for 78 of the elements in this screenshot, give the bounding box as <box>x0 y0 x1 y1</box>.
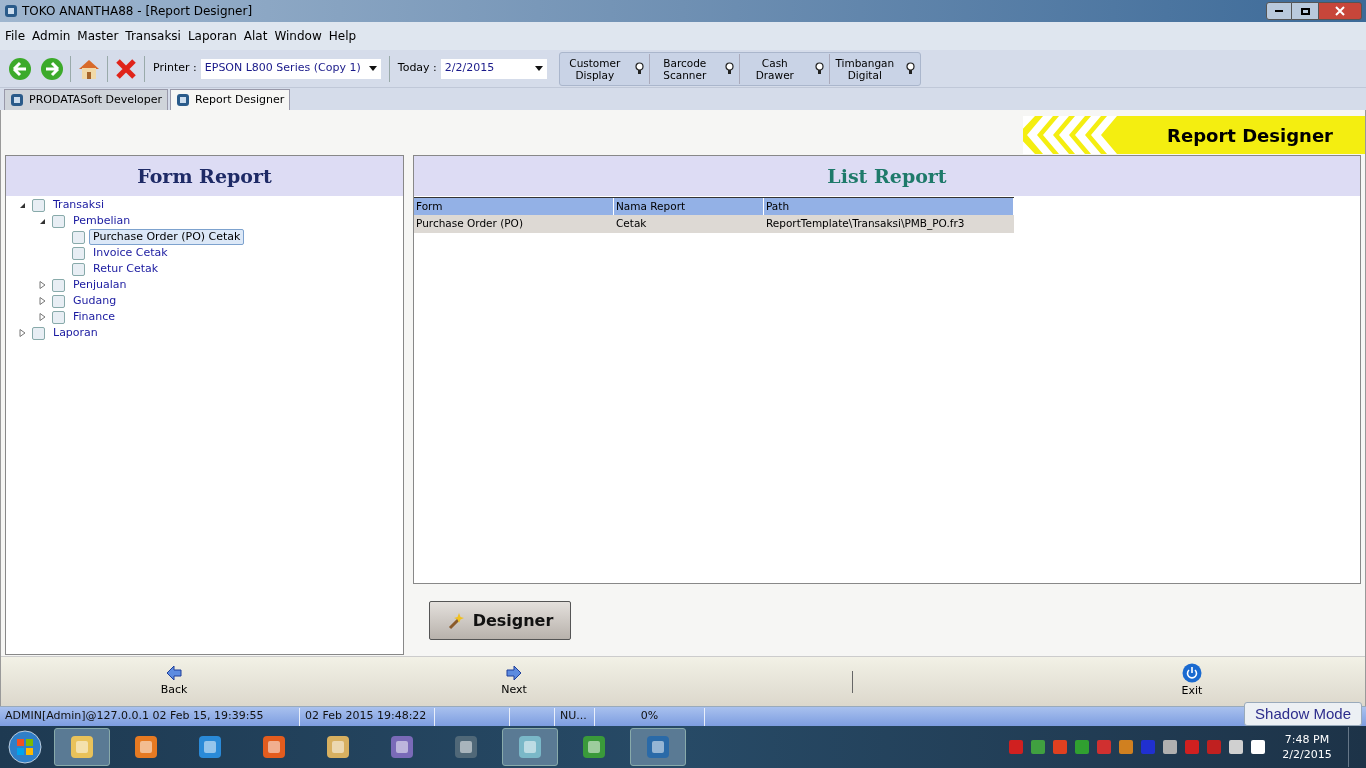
table-row[interactable]: Purchase Order (PO) Cetak ReportTemplate\Transaksi\PMB_PO.fr3 <box>414 215 1014 233</box>
menu-item[interactable]: Laporan <box>187 27 237 45</box>
tree-item[interactable]: Retur Cetak <box>89 261 163 277</box>
panel-title: List Report <box>827 163 947 189</box>
tree-item[interactable]: Pembelian <box>69 213 135 229</box>
expanded-triangle-icon[interactable] <box>38 217 46 225</box>
clock-time: 7:48 PM <box>1284 732 1330 747</box>
minimize-button[interactable] <box>1266 2 1292 20</box>
panel-title: Form Report <box>137 163 272 189</box>
node-icon <box>52 214 65 228</box>
node-icon <box>52 310 65 324</box>
bulb-icon <box>814 62 824 75</box>
node-icon <box>72 262 85 276</box>
designer-button[interactable]: Designer <box>429 601 571 640</box>
menu-item[interactable]: Transaksi <box>125 27 181 45</box>
node-icon <box>52 294 65 308</box>
device-button[interactable]: Barcode Scanner <box>649 53 740 84</box>
tray-icon[interactable] <box>1250 739 1266 755</box>
table-cell-text: Cetak <box>615 216 648 232</box>
tray-icon[interactable] <box>1162 739 1178 755</box>
collapsed-triangle-icon[interactable] <box>38 313 46 321</box>
window-title: TOKO ANANTHA88 - [Report Designer] <box>22 3 253 20</box>
date-dropdown[interactable]: 2/2/2015 <box>440 58 547 79</box>
menu-item[interactable]: Window <box>274 27 322 45</box>
exit-button[interactable]: Exit <box>1162 663 1222 700</box>
node-icon <box>72 246 85 260</box>
maximize-button[interactable] <box>1292 2 1318 20</box>
status-segment: 02 Feb 2015 19:48:22 <box>300 707 435 726</box>
collapsed-triangle-icon[interactable] <box>38 297 46 305</box>
left-arrow-icon <box>165 664 183 683</box>
close-icon <box>1335 6 1345 16</box>
tree-item[interactable]: Transaksi <box>49 197 108 213</box>
tray-icon[interactable] <box>1228 739 1244 755</box>
bulb-icon <box>634 62 644 75</box>
bulb-icon <box>724 62 734 75</box>
dropdown-caret-icon <box>368 66 377 71</box>
tree-item[interactable]: Finance <box>69 309 120 325</box>
tab[interactable]: Report Designer <box>170 89 291 110</box>
tree-item[interactable]: Purchase Order (PO) Cetak <box>89 229 245 245</box>
menu-item[interactable]: Alat <box>243 27 268 45</box>
today-label: Today : <box>397 60 437 77</box>
node-icon <box>32 326 45 340</box>
bulb-icon <box>905 62 915 75</box>
clock-date: 2/2/2015 <box>1282 747 1332 762</box>
menu-item[interactable]: Master <box>77 27 119 45</box>
device-button[interactable]: Customer Display <box>559 53 650 84</box>
page-banner: Report Designer <box>1023 116 1365 154</box>
node-icon <box>72 230 85 244</box>
printer-label: Printer : <box>153 60 197 77</box>
close-button[interactable] <box>1318 2 1362 20</box>
table-cell-text: ReportTemplate\Transaksi\PMB_PO.fr3 <box>765 216 966 232</box>
table-cell-text: Purchase Order (PO) <box>415 216 524 232</box>
collapsed-triangle-icon[interactable] <box>38 281 46 289</box>
status-segment: 0% <box>595 707 705 726</box>
tree-item[interactable]: Laporan <box>49 325 102 341</box>
menu-item[interactable]: Help <box>328 27 357 45</box>
shadow-mode-badge: Shadow Mode <box>1244 702 1362 726</box>
magic-wand-icon <box>446 611 465 630</box>
power-icon <box>1182 663 1202 684</box>
node-icon <box>52 278 65 292</box>
expanded-triangle-icon[interactable] <box>18 201 26 209</box>
node-icon <box>32 198 45 212</box>
tab[interactable]: PRODATASoft Developer <box>4 89 169 110</box>
tree-item[interactable]: Gudang <box>69 293 121 309</box>
printer-dropdown[interactable]: EPSON L800 Series (Copy 1) <box>200 58 381 79</box>
tree-item[interactable]: Penjualan <box>69 277 131 293</box>
status-segment: ADMIN[Admin]@127.0.0.1 02 Feb 15, 19:39:55 <box>0 707 300 726</box>
device-button[interactable]: Cash Drawer <box>739 53 830 84</box>
right-arrow-icon <box>505 664 523 683</box>
next-button[interactable]: Next <box>484 664 544 699</box>
dropdown-caret-icon <box>534 66 543 71</box>
back-button[interactable]: Back <box>144 664 204 699</box>
menu-item[interactable]: Admin <box>32 27 71 45</box>
tree-item[interactable]: Invoice Cetak <box>89 245 172 261</box>
device-button[interactable]: Timbangan Digital <box>829 53 920 84</box>
menu-item[interactable]: File <box>5 27 26 45</box>
status-segment: NU... <box>555 707 595 726</box>
collapsed-triangle-icon[interactable] <box>18 329 26 337</box>
